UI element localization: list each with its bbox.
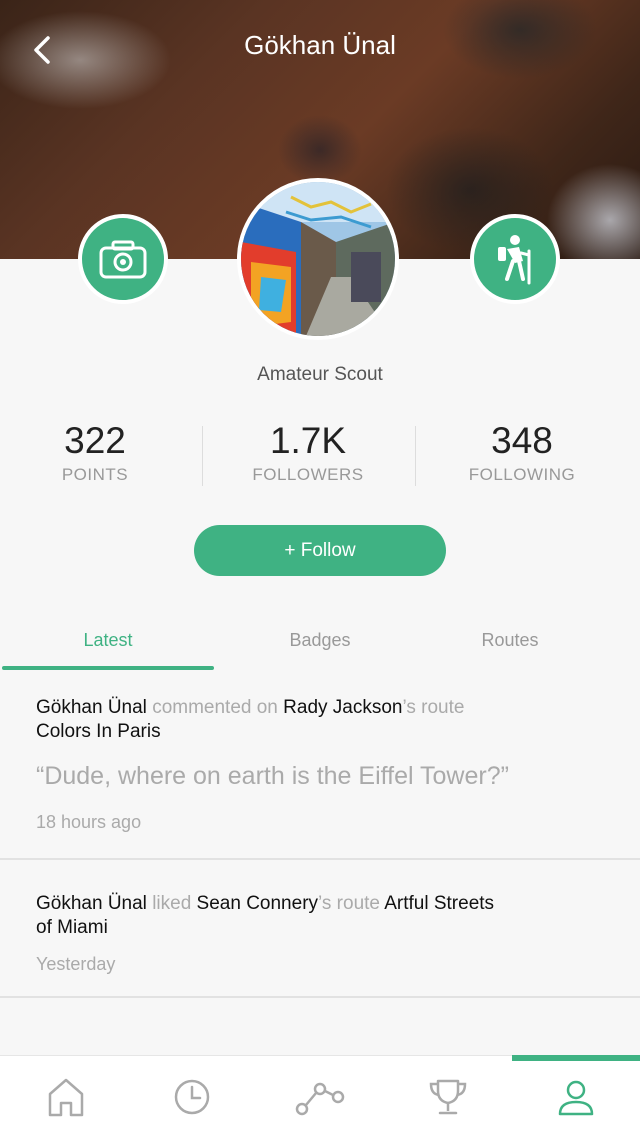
camera-icon	[99, 240, 147, 279]
tab-routes[interactable]: Routes	[410, 620, 610, 668]
nav-routes[interactable]	[256, 1072, 384, 1122]
target-user[interactable]: Rady Jackson	[283, 697, 402, 718]
feed-item[interactable]: Gökhan Ünal commented on Rady Jackson’s …	[0, 696, 640, 860]
feed-item[interactable]: Gökhan Ünal liked Sean Connery’s route A…	[0, 892, 640, 998]
route-suffix: ’s route	[402, 697, 465, 718]
tab-latest[interactable]: Latest	[2, 620, 214, 668]
comment-quote: “Dude, where on earth is the Eiffel Towe…	[36, 762, 509, 790]
stat-label: FOLLOWING	[468, 465, 576, 484]
feed-item-headline: Gökhan Ünal commented on Rady Jackson’s …	[36, 696, 604, 720]
profile-icon	[558, 1080, 594, 1116]
nav-home[interactable]	[2, 1072, 130, 1122]
clock-icon	[174, 1079, 210, 1115]
stat-label: POINTS	[61, 465, 129, 484]
stat-followers[interactable]: 1.7K FOLLOWERS	[213, 418, 403, 485]
divider	[415, 426, 416, 486]
route-name[interactable]: Artful Streets	[384, 893, 494, 914]
active-tab-indicator	[2, 666, 214, 670]
active-nav-indicator	[512, 1055, 640, 1061]
follow-button[interactable]: + Follow	[194, 525, 446, 576]
actor-name[interactable]: Gökhan Ünal	[36, 697, 147, 718]
stat-value: 1.7K	[269, 420, 347, 461]
route-name[interactable]: Colors In Paris	[36, 720, 604, 744]
stat-value: 322	[64, 420, 126, 461]
feed-action: liked	[152, 893, 192, 914]
profile-role: Amateur Scout	[257, 364, 383, 385]
timestamp: 18 hours ago	[36, 812, 142, 832]
route-suffix: ’s route	[318, 893, 380, 914]
nav-profile[interactable]	[512, 1072, 640, 1122]
target-user[interactable]: Sean Connery	[197, 893, 318, 914]
feed-item-headline: Gökhan Ünal liked Sean Connery’s route A…	[36, 892, 604, 916]
stat-label: FOLLOWERS	[252, 465, 364, 484]
tab-badges[interactable]: Badges	[214, 620, 426, 668]
timestamp: Yesterday	[36, 954, 116, 974]
stat-following[interactable]: 348 FOLLOWING	[427, 418, 617, 485]
avatar-photo	[241, 182, 395, 336]
home-icon	[48, 1078, 84, 1117]
nav-achievements[interactable]	[384, 1072, 512, 1122]
stat-value: 348	[491, 420, 553, 461]
route-name-continued[interactable]: of Miami	[36, 916, 604, 940]
divider	[202, 426, 203, 486]
profile-tabs: Latest Badges Routes	[0, 620, 640, 672]
hiking-button[interactable]	[470, 214, 560, 304]
route-icon	[295, 1082, 345, 1116]
actor-name[interactable]: Gökhan Ünal	[36, 893, 147, 914]
page-title: Gökhan Ünal	[244, 30, 396, 60]
trophy-icon	[429, 1079, 467, 1115]
bottom-tab-bar	[0, 1055, 640, 1136]
stats-row: 322 POINTS 1.7K FOLLOWERS 348 FOLLOWING	[0, 418, 640, 498]
nav-history[interactable]	[128, 1072, 256, 1122]
camera-button[interactable]	[78, 214, 168, 304]
feed-action: commented on	[152, 697, 278, 718]
avatar[interactable]	[237, 178, 399, 340]
stat-points[interactable]: 322 POINTS	[0, 418, 190, 485]
hiker-icon	[498, 235, 531, 285]
